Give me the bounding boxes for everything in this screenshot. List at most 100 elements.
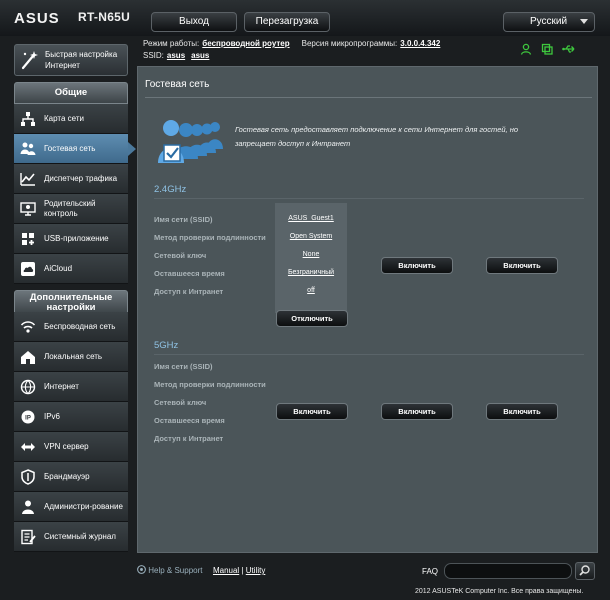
guest1-disable-button[interactable]: Отключить	[276, 310, 348, 327]
nav-item-label: Родительский контроль	[44, 198, 96, 218]
field-label-auth: Метод проверки подлинности	[154, 233, 266, 242]
firewall-icon	[21, 469, 35, 485]
band-24-guest3-enable-button[interactable]: Включить	[486, 257, 558, 274]
admin-icon	[22, 500, 34, 514]
svg-text:IP: IP	[25, 416, 31, 422]
nav-item-label: Брандмауэр	[44, 471, 90, 481]
nav-item-guest-network[interactable]: Гостевая сеть	[14, 134, 136, 164]
usb-device-icon[interactable]	[541, 42, 553, 55]
nav-item-label: Системный журнал	[44, 531, 116, 541]
router-model: RT-N65U	[78, 10, 131, 24]
field-label-auth: Метод проверки подлинности	[154, 380, 266, 389]
firmware-label: Версия микропрограммы:	[301, 39, 398, 48]
quick-setup-label-2: Интернет	[45, 61, 80, 70]
band-24-guest2-enable-button[interactable]: Включить	[381, 257, 453, 274]
page-title: Гостевая сеть	[145, 79, 210, 90]
lan-icon	[21, 351, 35, 364]
quick-setup-label-1: Быстрая настройка	[45, 50, 118, 59]
guest1-time[interactable]: Безграничный	[275, 269, 347, 276]
globe-icon	[20, 379, 36, 395]
reboot-button[interactable]: Перезагрузка	[244, 12, 330, 32]
magic-wand-icon	[21, 51, 38, 70]
ssid-value-1[interactable]: asus	[167, 51, 185, 60]
field-label-intranet: Доступ к Интранет	[154, 434, 224, 443]
faq-search-button[interactable]	[575, 562, 595, 580]
guest1-key[interactable]: None	[275, 251, 347, 258]
nav-advanced-list: Беспроводная сеть Локальная сеть Интерне…	[14, 312, 128, 552]
quick-setup-button[interactable]: Быстрая настройка Интернет	[14, 44, 128, 76]
nav-item-ipv6[interactable]: IP IPv6	[14, 402, 128, 432]
user-icon[interactable]	[520, 42, 532, 55]
nav-item-label: IPv6	[44, 411, 61, 421]
guest1-ssid[interactable]: ASUS_Guest1	[275, 215, 347, 222]
guest1-auth[interactable]: Open System	[275, 233, 347, 240]
faq-label: FAQ	[422, 567, 439, 576]
guest1-profile: ASUS_Guest1 Open System None Безграничны…	[275, 203, 347, 313]
nav-item-usb-app[interactable]: USB-приложение	[14, 224, 128, 254]
help-support-link[interactable]: Help & Support	[148, 566, 202, 575]
nav-item-wireless[interactable]: Беспроводная сеть	[14, 312, 128, 342]
nav-item-label: Диспетчер трафика	[44, 173, 118, 183]
aicloud-icon	[21, 262, 35, 276]
nav-general-header: Общие	[14, 82, 128, 104]
nav-item-firewall[interactable]: Брандмауэр	[14, 462, 128, 492]
nav-item-parental-control[interactable]: Родительский контроль	[14, 194, 128, 224]
nav-item-label: AiCloud	[44, 263, 73, 273]
band-5-guest1-enable-button[interactable]: Включить	[276, 403, 348, 420]
band-5-title: 5GHz	[154, 340, 179, 351]
band-5-guest3-enable-button[interactable]: Включить	[486, 403, 558, 420]
copyright: 2012 ASUSTeK Computer Inc. Все права защ…	[415, 588, 584, 595]
band-5-guest2-enable-button[interactable]: Включить	[381, 403, 453, 420]
nav-item-aicloud[interactable]: AiCloud	[14, 254, 128, 284]
ssid-value-2[interactable]: asus	[191, 51, 209, 60]
mode-label: Режим работы:	[143, 39, 200, 48]
vpn-icon	[21, 443, 35, 451]
asus-logo: ASUS	[14, 10, 60, 26]
nav-item-lan[interactable]: Локальная сеть	[14, 342, 128, 372]
language-select[interactable]: Русский	[503, 12, 595, 32]
band-5-divider	[154, 354, 584, 355]
field-label-key: Сетевой ключ	[154, 251, 207, 260]
nav-item-vpn[interactable]: VPN сервер	[14, 432, 128, 462]
guest-network-icon	[20, 142, 36, 155]
parental-control-icon	[20, 202, 36, 216]
nav-item-syslog[interactable]: Системный журнал	[14, 522, 128, 552]
usb-icon[interactable]	[562, 42, 575, 54]
traffic-manager-icon	[20, 173, 35, 186]
nav-item-administration[interactable]: Администри-рование	[14, 492, 128, 522]
wireless-icon	[20, 321, 36, 333]
logout-button[interactable]: Выход	[151, 12, 237, 32]
field-label-key: Сетевой ключ	[154, 398, 207, 407]
guest1-intranet[interactable]: off	[275, 287, 347, 294]
mode-value[interactable]: беспроводной роутер	[202, 39, 289, 48]
nav-item-label: Карта сети	[44, 113, 84, 123]
footer-links: Help & Support Manual | Utility	[137, 565, 265, 575]
utility-link[interactable]: Utility	[246, 566, 266, 575]
nav-item-label: Локальная сеть	[44, 351, 103, 361]
firmware-value[interactable]: 3.0.0.4.342	[400, 39, 440, 48]
nav-item-label: Интернет	[44, 381, 79, 391]
main-panel: Гостевая сеть Гостевая сеть предоставляе…	[137, 66, 598, 553]
nav-item-internet[interactable]: Интернет	[14, 372, 128, 402]
band-24-title: 2.4GHz	[154, 184, 187, 195]
ipv6-icon: IP	[21, 410, 35, 424]
field-label-intranet: Доступ к Интранет	[154, 287, 224, 296]
nav-item-network-map[interactable]: Карта сети	[14, 104, 128, 134]
svg-text:ASUS: ASUS	[14, 10, 60, 26]
status-strip: Режим работы: беспроводной роутер Версия м…	[143, 38, 440, 62]
guest-network-illustration	[158, 120, 223, 163]
page-description: Гостевая сеть предоставляет подключение …	[235, 125, 519, 148]
field-label-time: Оставшееся время	[154, 416, 225, 425]
manual-link[interactable]: Manual	[213, 566, 239, 575]
nav-item-label: Администри-рование	[44, 501, 123, 511]
nav-item-traffic-manager[interactable]: Диспетчер трафика	[14, 164, 128, 194]
field-label-ssid: Имя сети (SSID)	[154, 215, 213, 224]
top-bar: ASUS RT-N65U Выход Перезагрузка Русский	[0, 0, 610, 36]
ssid-label: SSID:	[143, 51, 164, 60]
nav-item-label: Гостевая сеть	[44, 143, 96, 153]
nav-item-label: USB-приложение	[44, 233, 109, 243]
syslog-icon	[21, 529, 36, 545]
faq-search-input[interactable]	[444, 563, 572, 579]
field-label-ssid: Имя сети (SSID)	[154, 362, 213, 371]
field-label-time: Оставшееся время	[154, 269, 225, 278]
